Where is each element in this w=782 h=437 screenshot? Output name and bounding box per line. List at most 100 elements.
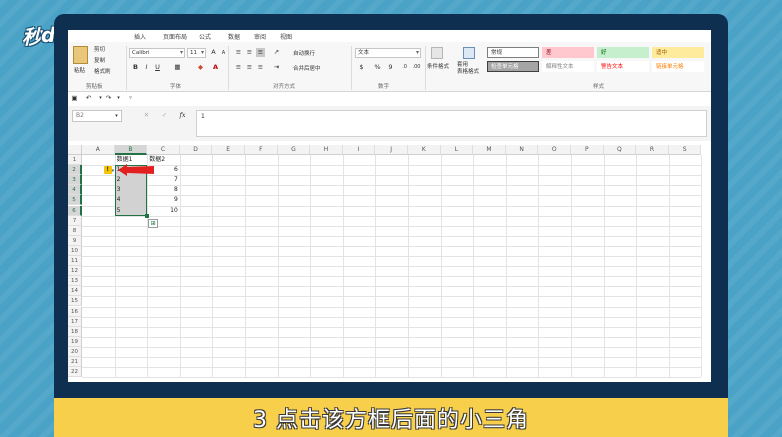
- row-header-7[interactable]: 7: [68, 215, 82, 226]
- cell-c5[interactable]: 9: [147, 195, 180, 205]
- borders-icon[interactable]: ▦: [173, 63, 182, 72]
- formula-input[interactable]: 1: [196, 110, 707, 137]
- cut-button[interactable]: 剪切: [94, 45, 105, 53]
- row-header-1[interactable]: 1: [68, 155, 82, 165]
- cell-b3[interactable]: 2: [115, 175, 148, 185]
- align-center-icon[interactable]: ≡: [245, 63, 254, 72]
- row-header-5[interactable]: 5: [68, 195, 82, 206]
- row-header-8[interactable]: 8: [68, 225, 82, 236]
- column-header-h[interactable]: H: [310, 145, 343, 155]
- column-header-f[interactable]: F: [245, 145, 278, 155]
- decrease-decimal-icon[interactable]: .00: [412, 63, 421, 72]
- conditional-format-icon[interactable]: [431, 47, 443, 59]
- row-header-17[interactable]: 17: [68, 316, 82, 327]
- cell-style-4[interactable]: 检查单元格: [487, 61, 539, 72]
- select-all-corner[interactable]: [68, 145, 82, 155]
- grow-font-button[interactable]: A: [209, 48, 218, 57]
- merge-center-button[interactable]: 合并后居中: [293, 64, 321, 72]
- cell-b4[interactable]: 3: [115, 185, 148, 195]
- tab-view[interactable]: 视图: [280, 32, 292, 41]
- paste-button[interactable]: 粘贴: [74, 66, 85, 74]
- row-header-2[interactable]: 2: [68, 165, 82, 176]
- cell-style-0[interactable]: 常规: [487, 47, 539, 58]
- tab-insert[interactable]: 插入: [134, 32, 146, 41]
- row-header-4[interactable]: 4: [68, 185, 82, 196]
- column-header-p[interactable]: P: [571, 145, 604, 155]
- indent-icon[interactable]: ⇥: [272, 63, 281, 72]
- orientation-icon[interactable]: ↗: [272, 48, 281, 57]
- font-name-select[interactable]: Calibri: [129, 48, 185, 58]
- column-header-e[interactable]: E: [212, 145, 245, 155]
- conditional-format-button[interactable]: 条件格式: [427, 62, 449, 70]
- comma-button[interactable]: 9: [386, 63, 395, 72]
- enter-icon[interactable]: ✓: [160, 111, 169, 120]
- copy-button[interactable]: 复制: [94, 56, 105, 64]
- row-header-14[interactable]: 14: [68, 286, 82, 297]
- row-header-6[interactable]: 6: [68, 205, 82, 216]
- cancel-icon[interactable]: ✕: [142, 111, 151, 120]
- cell-b5[interactable]: 4: [115, 195, 148, 205]
- row-header-22[interactable]: 22: [68, 367, 82, 378]
- number-format-select[interactable]: 文本: [355, 48, 421, 58]
- insert-function-button[interactable]: fx: [178, 111, 187, 120]
- row-header-3[interactable]: 3: [68, 175, 82, 186]
- row-header-16[interactable]: 16: [68, 306, 82, 317]
- row-header-15[interactable]: 15: [68, 296, 82, 307]
- tab-formulas[interactable]: 公式: [199, 32, 211, 41]
- cell-style-6[interactable]: 警告文本: [597, 61, 649, 72]
- fill-color-icon[interactable]: ◆: [196, 63, 205, 72]
- tab-page-layout[interactable]: 页面布局: [163, 32, 187, 41]
- row-header-21[interactable]: 21: [68, 357, 82, 367]
- redo-dropdown-icon[interactable]: ▾: [114, 94, 123, 103]
- cell-style-1[interactable]: 差: [542, 47, 594, 58]
- table-format-icon[interactable]: [463, 47, 475, 59]
- row-header-18[interactable]: 18: [68, 326, 82, 337]
- column-header-n[interactable]: N: [505, 145, 539, 155]
- underline-button[interactable]: U: [153, 63, 162, 72]
- column-header-c[interactable]: C: [147, 145, 180, 155]
- row-header-12[interactable]: 12: [68, 266, 82, 277]
- cell-c4[interactable]: 8: [147, 185, 180, 195]
- column-header-d[interactable]: D: [179, 145, 213, 155]
- row-header-10[interactable]: 10: [68, 245, 82, 256]
- paste-icon[interactable]: [73, 46, 88, 64]
- row-header-19[interactable]: 19: [68, 336, 82, 347]
- align-middle-icon[interactable]: ≡: [245, 48, 254, 57]
- format-painter-button[interactable]: 格式刷: [94, 67, 111, 75]
- row-header-20[interactable]: 20: [68, 346, 82, 357]
- column-header-o[interactable]: O: [538, 145, 571, 155]
- align-top-icon[interactable]: ≡: [234, 48, 243, 57]
- align-right-icon[interactable]: ≡: [256, 63, 265, 72]
- bold-button[interactable]: B: [131, 63, 140, 72]
- italic-button[interactable]: I: [142, 63, 151, 72]
- increase-decimal-icon[interactable]: .0: [400, 63, 409, 72]
- warning-dropdown-icon[interactable]: ▾: [112, 168, 115, 174]
- cell-style-3[interactable]: 适中: [652, 47, 704, 58]
- warning-icon[interactable]: !: [103, 166, 112, 175]
- column-header-i[interactable]: I: [342, 145, 376, 155]
- align-left-icon[interactable]: ≡: [234, 63, 243, 72]
- worksheet-grid[interactable]: A B C D E F G H I J K L M N O P Q R S 1 2 3 4 5 6 7 8 9 10 11 12 13 14 15…: [68, 145, 711, 382]
- cell-style-5[interactable]: 解释性文本: [542, 61, 594, 72]
- column-header-r[interactable]: R: [636, 145, 669, 155]
- column-header-l[interactable]: L: [440, 145, 474, 155]
- column-header-j[interactable]: J: [375, 145, 408, 155]
- cell-c3[interactable]: 7: [147, 175, 180, 185]
- column-header-g[interactable]: G: [277, 145, 311, 155]
- save-icon[interactable]: ▣: [70, 94, 79, 103]
- row-header-9[interactable]: 9: [68, 235, 82, 246]
- column-header-k[interactable]: K: [408, 145, 441, 155]
- table-format-button[interactable]: 套用 表格格式: [457, 62, 479, 76]
- row-header-11[interactable]: 11: [68, 256, 82, 266]
- row-header-13[interactable]: 13: [68, 276, 82, 287]
- percent-button[interactable]: %: [373, 63, 382, 72]
- tab-review[interactable]: 审阅: [254, 32, 266, 41]
- column-header-q[interactable]: Q: [603, 145, 637, 155]
- customize-qat-icon[interactable]: ▿: [126, 94, 135, 103]
- font-size-select[interactable]: 11: [187, 48, 206, 58]
- quick-analysis-icon[interactable]: ⊞: [148, 218, 159, 228]
- column-header-b[interactable]: B: [114, 145, 148, 155]
- currency-icon[interactable]: $: [357, 63, 366, 72]
- column-header-a[interactable]: A: [82, 145, 115, 155]
- column-header-s[interactable]: S: [668, 145, 702, 155]
